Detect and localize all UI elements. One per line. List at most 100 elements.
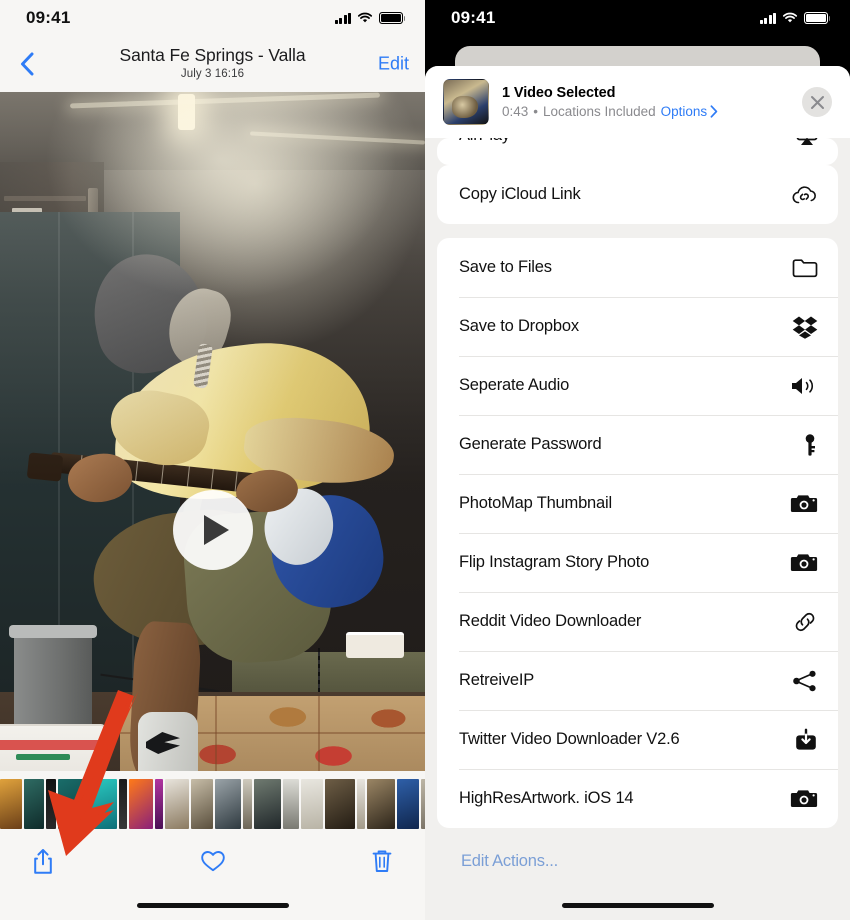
share-action-row[interactable]: Save to Files xyxy=(437,238,838,297)
filmstrip-thumbnail[interactable] xyxy=(357,779,365,829)
photos-app-panel: 09:41 Santa Fe Springs - Valla July 3 16… xyxy=(0,0,425,920)
battery-icon xyxy=(804,12,831,24)
photo-title-block: Santa Fe Springs - Valla July 3 16:16 xyxy=(120,46,306,80)
status-bar-left: 09:41 xyxy=(0,0,425,36)
battery-icon xyxy=(379,12,406,24)
action-label: Copy iCloud Link xyxy=(459,185,581,203)
close-button[interactable] xyxy=(802,87,832,117)
filmstrip-thumbnail[interactable] xyxy=(367,779,395,829)
share-action-row[interactable]: Flip Instagram Story Photo xyxy=(437,533,838,592)
home-indicator xyxy=(136,903,289,908)
filmstrip-thumbnail[interactable] xyxy=(155,779,163,829)
chevron-left-icon xyxy=(21,52,34,76)
back-button[interactable] xyxy=(10,47,44,81)
filmstrip-thumbnail[interactable] xyxy=(283,779,299,829)
key-icon xyxy=(786,433,818,457)
share-action-row[interactable]: RetreiveIP xyxy=(437,651,838,710)
play-triangle xyxy=(203,515,229,545)
photo-filmstrip[interactable] xyxy=(0,779,425,829)
icloud-link-icon xyxy=(786,184,818,206)
camera-icon xyxy=(786,552,818,573)
action-label: HighResArtwork. iOS 14 xyxy=(459,789,634,807)
action-group: Save to Files Save to Dropbox Seperate Aud… xyxy=(437,238,838,828)
action-label: Generate Password xyxy=(459,435,602,453)
share-sheet-header: 1 Video Selected 0:43 • Locations Includ… xyxy=(425,66,850,138)
page-title: Santa Fe Springs - Valla xyxy=(119,45,306,66)
locations-included-label: Locations Included xyxy=(543,104,656,119)
airplay-icon xyxy=(786,138,818,146)
filmstrip-thumbnail[interactable] xyxy=(165,779,189,829)
trash-icon xyxy=(372,850,392,872)
play-button-icon[interactable] xyxy=(172,490,253,570)
edit-actions-button[interactable]: Edit Actions... xyxy=(461,852,850,871)
wifi-icon xyxy=(357,12,373,23)
scene-light-haze xyxy=(0,92,425,771)
share-sheet-panel: 09:41 1 Video Selected 0:43 • Locations … xyxy=(425,0,850,920)
selection-title: 1 Video Selected xyxy=(502,85,616,101)
action-group-partial: AirPlay xyxy=(437,138,838,165)
link-icon xyxy=(786,610,818,634)
folder-icon xyxy=(786,257,818,278)
filmstrip-thumbnail[interactable] xyxy=(215,779,241,829)
share-nodes-icon xyxy=(786,670,818,692)
filmstrip-thumbnail[interactable] xyxy=(46,779,56,829)
share-action-row[interactable]: PhotoMap Thumbnail xyxy=(437,474,838,533)
photo-date-subtitle: July 3 16:16 xyxy=(180,67,245,80)
filmstrip-thumbnail[interactable] xyxy=(92,779,117,829)
download-box-icon xyxy=(786,728,818,752)
share-action-row[interactable]: Reddit Video Downloader xyxy=(437,592,838,651)
cellular-bars-icon xyxy=(759,12,776,24)
action-label: PhotoMap Thumbnail xyxy=(459,494,612,512)
share-action-row[interactable]: Twitter Video Downloader V2.6 xyxy=(437,710,838,769)
action-label: Save to Files xyxy=(459,258,552,276)
filmstrip-thumbnail[interactable] xyxy=(58,779,90,829)
share-action-groups: Copy iCloud Link Save to Files Save to Dro… xyxy=(425,165,850,828)
cellular-bars-icon xyxy=(334,12,351,24)
action-label: Twitter Video Downloader V2.6 xyxy=(459,730,680,748)
filmstrip-thumbnail[interactable] xyxy=(397,779,419,829)
share-action-row[interactable]: Seperate Audio xyxy=(437,356,838,415)
status-bar-time: 09:41 xyxy=(26,8,71,27)
filmstrip-thumbnail[interactable] xyxy=(24,779,44,829)
favorite-button[interactable] xyxy=(196,843,230,879)
screenshot-root: 09:41 Santa Fe Springs - Valla July 3 16… xyxy=(0,0,850,920)
share-icon xyxy=(34,848,52,874)
filmstrip-thumbnail[interactable] xyxy=(129,779,153,829)
video-thumbnail xyxy=(443,79,489,125)
filmstrip-thumbnail[interactable] xyxy=(325,779,355,829)
chevron-right-icon xyxy=(710,105,718,118)
home-indicator xyxy=(561,903,714,908)
heart-icon xyxy=(200,851,225,872)
share-action-row[interactable]: Save to Dropbox xyxy=(437,297,838,356)
filmstrip-thumbnail[interactable] xyxy=(243,779,252,829)
action-label: RetreiveIP xyxy=(459,671,535,689)
share-sheet: 1 Video Selected 0:43 • Locations Includ… xyxy=(425,66,850,920)
share-action-airplay[interactable]: AirPlay xyxy=(437,138,838,165)
share-action-row[interactable]: Copy iCloud Link xyxy=(437,165,838,224)
video-preview[interactable] xyxy=(0,92,425,771)
filmstrip-thumbnail[interactable] xyxy=(191,779,213,829)
options-button[interactable]: Options xyxy=(661,104,719,119)
close-icon xyxy=(810,95,824,109)
selection-meta: 0:43 • Locations Included Options xyxy=(502,104,802,119)
filmstrip-thumbnail[interactable] xyxy=(119,779,127,829)
action-label: AirPlay xyxy=(459,138,786,145)
edit-button[interactable]: Edit xyxy=(378,54,409,75)
action-group: Copy iCloud Link xyxy=(437,165,838,224)
share-action-row[interactable]: Generate Password xyxy=(437,415,838,474)
delete-button[interactable] xyxy=(365,843,399,879)
filmstrip-thumbnail[interactable] xyxy=(301,779,323,829)
camera-icon xyxy=(786,493,818,514)
speaker-wave-icon xyxy=(786,376,818,396)
status-bar-time: 09:41 xyxy=(451,8,496,27)
options-label: Options xyxy=(660,104,708,119)
dropbox-icon xyxy=(786,315,818,339)
filmstrip-thumbnail[interactable] xyxy=(254,779,281,829)
filmstrip-thumbnail[interactable] xyxy=(0,779,22,829)
share-action-row[interactable]: HighResArtwork. iOS 14 xyxy=(437,769,838,828)
share-button[interactable] xyxy=(26,843,60,879)
status-bar-right: 09:41 xyxy=(425,0,850,36)
action-label: Flip Instagram Story Photo xyxy=(459,553,650,571)
wifi-icon xyxy=(782,12,798,23)
meta-separator: • xyxy=(533,104,539,119)
